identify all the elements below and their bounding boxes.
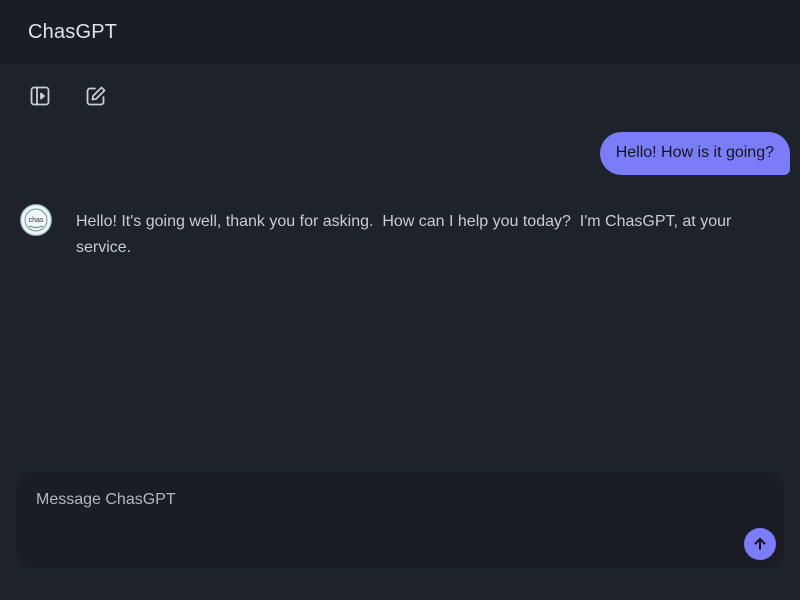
sidebar-toggle-icon bbox=[30, 86, 50, 106]
user-message-bubble: Hello! How is it going? bbox=[599, 132, 790, 175]
arrow-up-icon bbox=[754, 538, 766, 550]
message-input[interactable] bbox=[36, 486, 726, 514]
send-button[interactable] bbox=[744, 528, 776, 560]
message-composer bbox=[16, 472, 784, 568]
app-title: ChasGPT bbox=[28, 21, 118, 43]
chat-app: ChasGPT Hello! How is it going? chas Hel… bbox=[0, 0, 800, 600]
new-chat-button[interactable] bbox=[84, 84, 108, 108]
avatar-logo-text: chas bbox=[29, 217, 44, 224]
assistant-avatar: chas bbox=[20, 204, 52, 236]
assistant-message-text: Hello! It's going well, thank you for as… bbox=[76, 213, 736, 256]
app-header: ChasGPT bbox=[0, 0, 800, 64]
user-message: Hello! How is it going? bbox=[599, 132, 790, 175]
edit-icon bbox=[86, 86, 106, 106]
sidebar-toggle-button[interactable] bbox=[28, 84, 52, 108]
